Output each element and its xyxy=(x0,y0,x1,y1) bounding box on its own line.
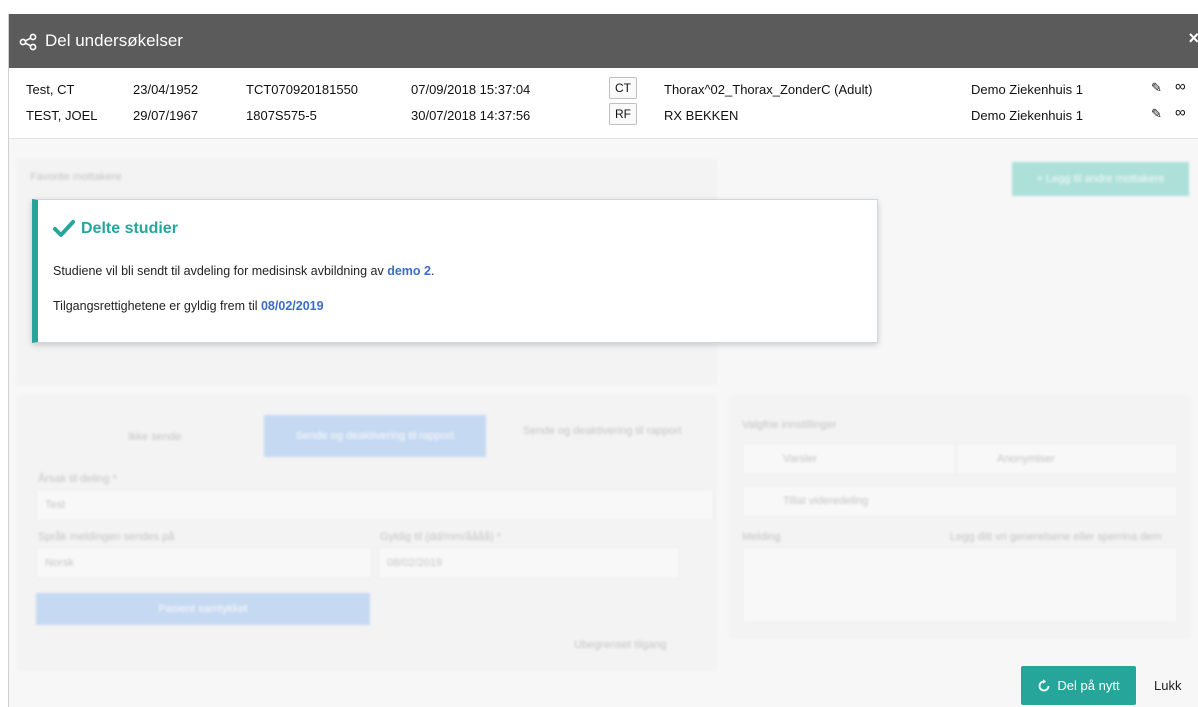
study-row[interactable]: Test, CT 23/04/1952 TCT070920181550 07/0… xyxy=(9,76,1198,102)
link-icon[interactable]: ∞ xyxy=(1175,104,1186,121)
recipient-suffix: . xyxy=(430,264,435,278)
study-description: RX BEKKEN xyxy=(664,108,739,123)
valid-until-label: Gyldig til (dd/mm/åååå) * xyxy=(380,531,502,543)
add-recipients-button[interactable]: + Legg til andre mottakere xyxy=(1012,162,1189,196)
reshare-button[interactable]: Del på nytt xyxy=(1021,666,1136,705)
reshare-label: Del på nytt xyxy=(1057,678,1120,693)
reason-value: Test xyxy=(45,499,66,511)
patient-name: TEST, JOEL xyxy=(26,108,98,123)
tab-no-send[interactable]: Ikke sende xyxy=(128,431,181,443)
allow-reshare-option[interactable]: Tillat videredeling xyxy=(742,485,1178,517)
alert-message-validity: Tilgangsrettighetene er gyldig frem til … xyxy=(53,299,324,313)
study-list: Test, CT 23/04/1952 TCT070920181550 07/0… xyxy=(9,68,1198,139)
birth-date: 23/04/1952 xyxy=(133,82,199,97)
alert-message-recipient: Studiene vil bli sendt til avdeling for … xyxy=(53,264,434,278)
language-select[interactable]: Norsk xyxy=(36,547,372,579)
study-datetime: 07/09/2018 15:37:04 xyxy=(411,82,531,97)
study-description: Thorax^02_Thorax_ZonderC (Adult) xyxy=(664,82,873,97)
language-value: Norsk xyxy=(45,557,74,569)
dialog-title: Del undersøkelser xyxy=(45,31,183,50)
unlimited-access-button[interactable]: Ubegrenset tilgang xyxy=(574,639,666,651)
patient-name: Test, CT xyxy=(26,82,75,97)
valid-until-field[interactable]: 08/02/2019 xyxy=(378,547,680,579)
close-icon[interactable]: × xyxy=(1188,28,1198,49)
valid-until-value: 08/02/2019 xyxy=(387,557,443,569)
title-bar: Del undersøkelser × xyxy=(9,14,1198,68)
study-datetime: 30/07/2018 14:37:56 xyxy=(411,108,531,123)
tab-send[interactable]: Sende og deaktivering til rapport xyxy=(264,415,486,457)
notify-option-label: Varsler xyxy=(783,453,818,465)
accession-number: TCT070920181550 xyxy=(246,82,359,97)
patient-consent-button[interactable]: Pasient samtykket xyxy=(36,593,370,625)
recipient-link[interactable]: demo 2 xyxy=(387,264,431,278)
anonymize-option[interactable]: Anonymiser xyxy=(956,443,1178,475)
notify-option[interactable]: Varsler xyxy=(742,443,956,475)
sharing-panel: Ikke sende Sende og deaktivering til rap… xyxy=(17,396,716,670)
institution: Demo Ziekenhuis 1 xyxy=(971,108,1083,123)
recipient-text: Studiene vil bli sendt til avdeling for … xyxy=(53,264,388,278)
shared-studies-alert: Delte studier Studiene vil bli sendt til… xyxy=(32,199,878,343)
favorites-label: Favorite mottakere xyxy=(30,171,122,183)
study-row[interactable]: TEST, JOEL 29/07/1967 1807S575-5 30/07/2… xyxy=(9,102,1198,128)
edit-icon[interactable]: ✎ xyxy=(1151,106,1162,122)
edit-icon[interactable]: ✎ xyxy=(1151,80,1162,96)
validity-text: Tilgangsrettighetene er gyldig frem til xyxy=(53,299,261,313)
reason-field[interactable]: Test xyxy=(36,489,714,521)
accession-number: 1807S575-5 xyxy=(246,108,317,123)
options-label: Valgfrie innstillinger xyxy=(742,419,837,431)
institution: Demo Ziekenhuis 1 xyxy=(971,82,1083,97)
modality-badge: RF xyxy=(609,103,637,125)
link-icon[interactable]: ∞ xyxy=(1175,78,1186,95)
alert-title: Delte studier xyxy=(81,220,178,237)
birth-date: 29/07/1967 xyxy=(133,108,199,123)
message-hint: Legg ditt vri generelsene eller sperrina… xyxy=(950,531,1162,543)
message-label: Melding xyxy=(742,531,781,543)
allow-reshare-label: Tillat videredeling xyxy=(783,495,869,507)
modality-badge: CT xyxy=(609,77,637,99)
check-icon xyxy=(53,220,75,237)
tab-send-deactivate[interactable]: Sende og deaktivering til rapport xyxy=(523,425,681,437)
refresh-icon xyxy=(1039,678,1050,691)
share-icon xyxy=(19,33,37,51)
validity-date: 08/02/2019 xyxy=(260,299,324,313)
reason-label: Årsak til deling * xyxy=(38,473,117,485)
share-dialog: Del undersøkelser × Test, CT 23/04/1952 … xyxy=(8,14,1198,707)
anonymize-option-label: Anonymiser xyxy=(997,453,1056,465)
options-panel: Valgfrie innstillinger Varsler Anonymise… xyxy=(729,396,1191,638)
message-field[interactable] xyxy=(742,547,1178,623)
language-label: Språk meldingen sendes på xyxy=(38,531,175,543)
close-button[interactable]: Lukk xyxy=(1154,678,1181,693)
